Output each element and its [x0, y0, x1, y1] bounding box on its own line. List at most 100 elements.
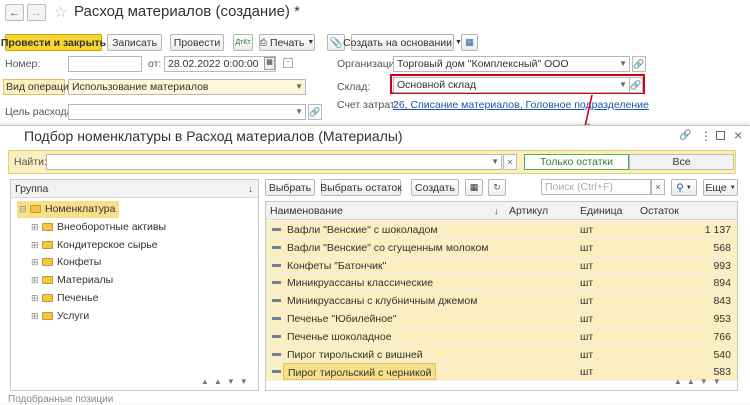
search-input[interactable]: Поиск (Ctrl+F)	[541, 179, 651, 195]
more-button[interactable]: Еще ▼	[703, 179, 738, 196]
cell-name: Вафли "Венские" с шоколадом	[287, 224, 438, 236]
chevron-down-icon[interactable]: ▼	[619, 78, 627, 92]
table-row[interactable]: Печенье шоколадное шт 766	[266, 327, 737, 346]
only-balances-label: Только остатки	[540, 156, 613, 168]
table-row[interactable]: Вафли "Венские" со сгущенным молоком шт 56…	[266, 238, 737, 257]
clear-date-icon[interactable]: −	[283, 58, 293, 68]
search-button[interactable]: ⚲ ▼	[671, 179, 697, 196]
column-balance[interactable]: Остаток	[640, 202, 679, 220]
close-icon[interactable]: ×	[734, 127, 742, 143]
expand-icon[interactable]: ⊞	[31, 290, 39, 307]
table-row[interactable]: Конфеты "Батончик" шт 993	[266, 256, 737, 275]
printer-icon: ⎙	[259, 37, 267, 47]
only-balances-toggle[interactable]: Только остатки	[524, 154, 629, 170]
cell-balance: 993	[713, 259, 731, 272]
expand-icon[interactable]: ⊞	[31, 254, 39, 271]
expand-icon[interactable]: ⊞	[31, 219, 39, 236]
expand-icon[interactable]: ⊞	[31, 272, 39, 289]
open-link-icon[interactable]: 🔗	[632, 56, 646, 72]
number-field[interactable]	[68, 56, 142, 72]
chevron-down-icon: ▼	[685, 184, 692, 191]
tree-root-item[interactable]: ⊟ Номенклатура	[17, 201, 120, 218]
organization-value: Торговый дом "Комплексный" ООО	[397, 58, 569, 70]
chevron-down-icon[interactable]: ▼	[295, 105, 303, 119]
tree-item-label: Услуги	[57, 309, 90, 322]
table-row[interactable]: Вафли "Венские" с шоколадом шт 1 137	[266, 221, 737, 239]
table-row[interactable]: Миникруассаны классические шт 894	[266, 274, 737, 293]
select-button[interactable]: Выбрать	[265, 179, 315, 196]
clear-search-icon[interactable]: ×	[651, 179, 665, 195]
expand-icon[interactable]: ⊞	[31, 237, 39, 254]
tree-item[interactable]: ⊞ Внеоборотные активы	[31, 219, 166, 236]
cell-balance: 1 137	[704, 224, 731, 236]
open-link-icon[interactable]: 🔗	[308, 104, 322, 120]
warehouse-field[interactable]: Основной склад ▼	[393, 77, 630, 93]
link-icon[interactable]: 🔗	[679, 130, 691, 141]
organization-field[interactable]: Торговый дом "Комплексный" ООО ▼	[393, 56, 630, 72]
save-button[interactable]: Записать	[107, 34, 162, 51]
warehouse-value: Основной склад	[397, 79, 477, 91]
expand-icon[interactable]: ⊟	[19, 201, 27, 218]
more-vertical-icon[interactable]: ⋮	[700, 129, 712, 143]
operation-type-field[interactable]: Использование материалов ▼	[68, 79, 306, 95]
table-settings-icon[interactable]: ▦	[465, 179, 483, 196]
column-article[interactable]: Артикул	[509, 202, 548, 220]
calendar-icon[interactable]: ▦	[264, 57, 275, 70]
tree-item[interactable]: ⊞ Конфеты	[31, 254, 101, 271]
purpose-field[interactable]: ▼	[68, 104, 306, 120]
table-row[interactable]: Миникруассаны с клубничным джемом шт 843	[266, 292, 737, 310]
structure-icon[interactable]: ▦	[461, 34, 478, 51]
print-button[interactable]: ⎙ Печать ▼	[259, 34, 315, 51]
expand-icon[interactable]: ⊞	[31, 308, 39, 325]
sort-arrow-icon: ↓	[494, 206, 499, 216]
cost-account-link[interactable]: 26, Списание материалов, Головное подраз…	[393, 99, 649, 111]
favorite-star-icon[interactable]: ☆	[54, 3, 67, 21]
date-field[interactable]: 28.02.2022 0:00:00	[164, 56, 276, 72]
date-from-label: от:	[148, 58, 162, 70]
find-input[interactable]: ▼	[46, 154, 502, 170]
post-button[interactable]: Провести	[170, 34, 224, 51]
group-header[interactable]: Группа ↓	[11, 180, 258, 198]
tree-item[interactable]: ⊞ Материалы	[31, 272, 113, 289]
search-placeholder: Поиск (Ctrl+F)	[545, 181, 613, 193]
open-link-icon[interactable]: 🔗	[629, 77, 643, 93]
cell-unit: шт	[580, 241, 594, 254]
cell-balance: 540	[713, 348, 731, 361]
table-row[interactable]: Печенье "Юбилейное" шт 953	[266, 310, 737, 328]
purpose-label: Цель расхода:	[5, 106, 76, 118]
cell-name: Миникруассаны с клубничным джемом	[287, 295, 478, 308]
grid-header: Наименование ↓ Артикул Единица Остаток	[266, 202, 737, 220]
clear-find-icon[interactable]: ×	[503, 154, 517, 170]
table-row[interactable]: Пирог тирольский с черникой шт 583	[266, 363, 737, 382]
column-unit[interactable]: Единица	[580, 202, 623, 220]
tree-item[interactable]: ⊞ Кондитерское сырье	[31, 237, 158, 254]
create-based-on-button[interactable]: Создать на основании ▼	[343, 34, 462, 51]
forward-button[interactable]: →	[27, 4, 46, 21]
refresh-icon[interactable]: ↻	[488, 179, 506, 196]
chevron-down-icon[interactable]: ▼	[295, 80, 303, 94]
more-label: Еще	[705, 181, 727, 194]
back-button[interactable]: ←	[5, 4, 24, 21]
all-toggle[interactable]: Все	[629, 154, 734, 170]
cost-account-label: Счет затрат:	[337, 99, 398, 111]
maximize-icon[interactable]	[716, 131, 725, 140]
chevron-down-icon[interactable]: ▼	[619, 57, 627, 71]
cell-unit: шт	[580, 330, 594, 343]
tree-item[interactable]: ⊞ Услуги	[31, 308, 89, 325]
tree-item-label: Печенье	[57, 292, 99, 304]
tree-scroll-controls[interactable]: ▲▲▼▼	[201, 377, 257, 390]
cell-unit: шт	[580, 277, 594, 290]
cell-name: Пирог тирольский с вишней	[287, 348, 423, 361]
dialog-title: Подбор номенклатуры в Расход материалов …	[24, 128, 403, 144]
dt-kt-icon[interactable]: ДтКт	[233, 34, 253, 51]
create-button[interactable]: Создать	[411, 179, 459, 196]
post-and-close-button[interactable]: Провести и закрыть	[1, 34, 106, 51]
select-balance-button[interactable]: Выбрать остаток	[320, 179, 402, 196]
grid-scroll-controls[interactable]: ▲▲▼▼	[674, 377, 736, 390]
folder-icon	[42, 276, 53, 285]
column-name[interactable]: Наименование	[270, 202, 343, 220]
tree-item[interactable]: ⊞ Печенье	[31, 290, 98, 307]
chevron-down-icon[interactable]: ▼	[491, 155, 499, 169]
table-row[interactable]: Пирог тирольский с вишней шт 540	[266, 345, 737, 364]
cell-balance: 953	[713, 313, 731, 325]
